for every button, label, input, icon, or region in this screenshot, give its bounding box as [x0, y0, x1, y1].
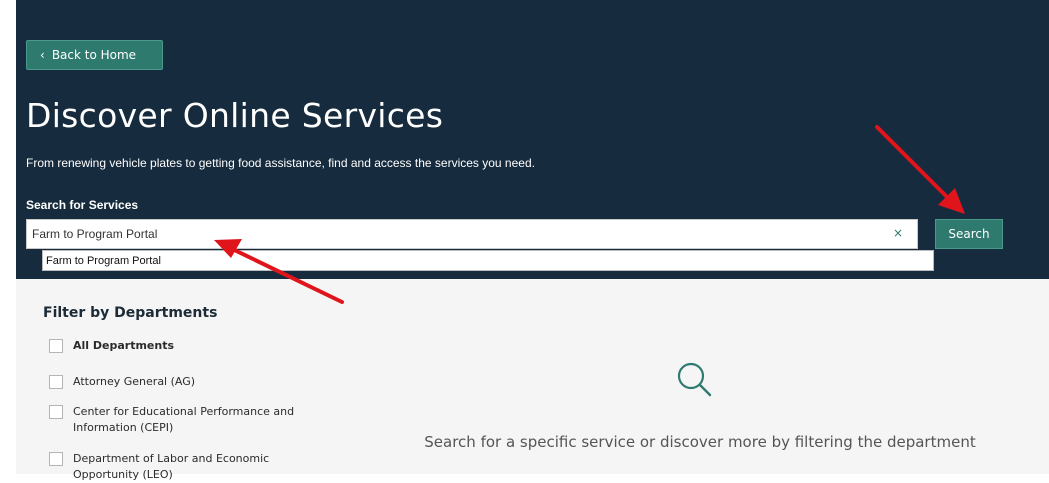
search-field[interactable]: × [26, 219, 918, 249]
back-to-home-label: Back to Home [51, 48, 137, 62]
filter-all-departments[interactable]: All Departments [49, 339, 174, 354]
search-button[interactable]: Search [935, 219, 1003, 249]
checkbox[interactable] [49, 375, 63, 389]
autocomplete-suggestion[interactable]: Farm to Program Portal [42, 250, 934, 271]
filter-leo[interactable]: Department of Labor and Economic Opportu… [49, 452, 303, 483]
search-label: Search for Services [26, 198, 139, 212]
back-to-home-button[interactable]: ‹ Back to Home [26, 40, 163, 70]
filter-cepi[interactable]: Center for Educational Performance and I… [49, 405, 323, 436]
page-subtitle: From renewing vehicle plates to getting … [26, 156, 535, 170]
filter-title: Filter by Departments [43, 305, 218, 321]
checkbox[interactable] [49, 452, 63, 466]
empty-state-message: Search for a specific service or discove… [424, 433, 976, 451]
clear-search-icon[interactable]: × [893, 226, 903, 240]
checkbox[interactable] [49, 339, 63, 353]
filter-label: Center for Educational Performance and I… [73, 405, 295, 434]
page-title: Discover Online Services [26, 96, 444, 135]
filter-label: Department of Labor and Economic Opportu… [73, 452, 270, 481]
checkbox[interactable] [49, 405, 63, 419]
filter-label: Attorney General (AG) [73, 375, 196, 388]
filter-attorney-general[interactable]: Attorney General (AG) [49, 375, 195, 390]
chevron-left-icon: ‹ [40, 48, 45, 62]
search-icon [677, 362, 712, 397]
search-input[interactable] [27, 227, 892, 241]
filter-label: All Departments [73, 339, 175, 352]
